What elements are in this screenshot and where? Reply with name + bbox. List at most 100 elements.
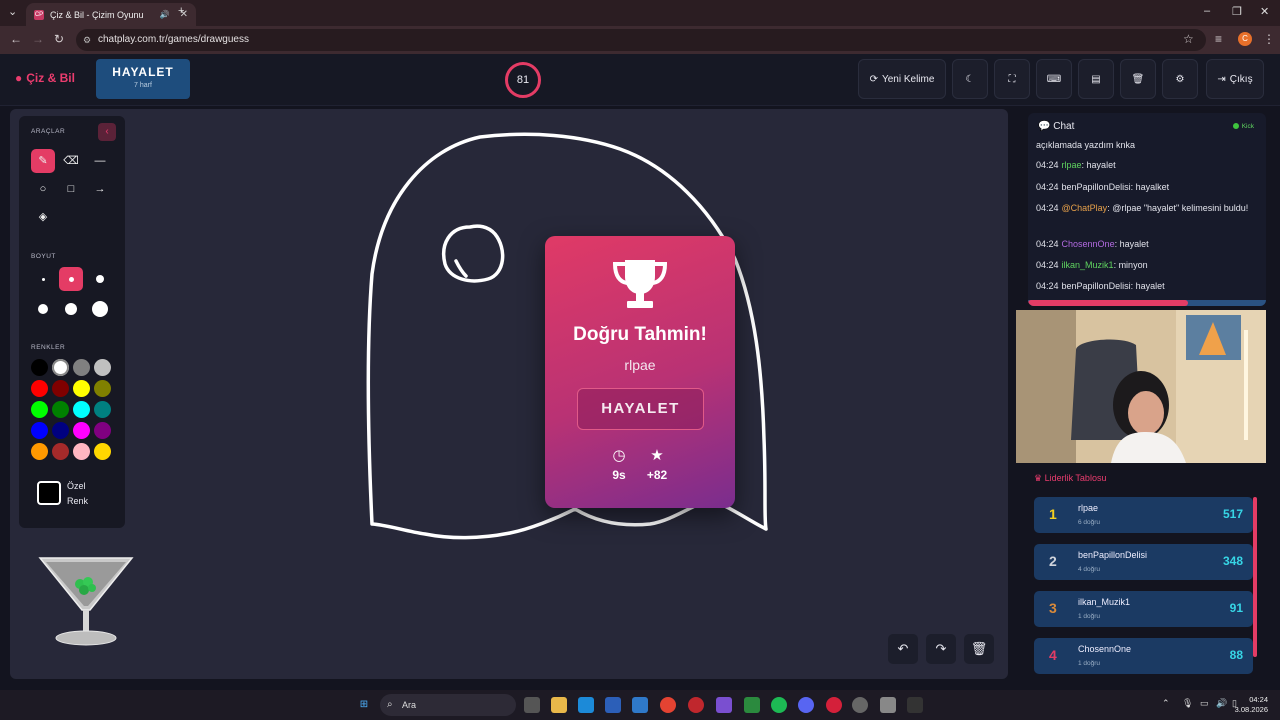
fill-tool[interactable]: ◈	[31, 205, 55, 229]
fullscreen-button[interactable]: ⛶	[994, 59, 1030, 99]
system-clock[interactable]: 04:24 3.08.2026	[1235, 695, 1268, 715]
color-swatch[interactable]	[52, 422, 69, 439]
app-icon[interactable]	[852, 697, 868, 713]
redo-button[interactable]: ↷	[926, 634, 956, 664]
keyboard-button[interactable]: ⌨	[1036, 59, 1072, 99]
task-view-icon[interactable]	[524, 697, 540, 713]
archive-button[interactable]: ▤	[1078, 59, 1114, 99]
store-icon[interactable]	[605, 697, 621, 713]
dark-mode-button[interactable]: ☾	[952, 59, 988, 99]
color-swatch[interactable]	[52, 443, 69, 460]
line-tool[interactable]: —	[88, 149, 112, 173]
color-swatch[interactable]	[31, 359, 48, 376]
color-swatch[interactable]	[73, 422, 90, 439]
new-word-button[interactable]: ⟳ Yeni Kelime	[858, 59, 946, 99]
color-swatch[interactable]	[73, 401, 90, 418]
url-field[interactable]: ⚙ chatplay.com.tr/games/drawguess	[76, 29, 1206, 51]
clear-canvas-button[interactable]: 🗑	[964, 634, 994, 664]
delete-button[interactable]: 🗑	[1120, 59, 1156, 99]
color-swatch[interactable]	[73, 380, 90, 397]
color-swatch[interactable]	[31, 422, 48, 439]
color-swatch[interactable]	[94, 380, 111, 397]
taskbar-search[interactable]: ⌕ Ara	[380, 694, 516, 716]
colors-section-label: RENKLER	[31, 344, 66, 351]
eraser-tool[interactable]: ⌫	[59, 149, 83, 173]
message-user[interactable]: ChosennOne	[1062, 239, 1115, 249]
circle-tool[interactable]: ○	[31, 177, 55, 201]
result-title: Doğru Tahmin!	[573, 324, 707, 345]
site-info-icon[interactable]: ⚙	[83, 29, 91, 51]
message-user[interactable]: rlpae	[1062, 160, 1082, 170]
pencil-tool[interactable]: ✎	[31, 149, 55, 173]
size-2-button[interactable]	[59, 267, 83, 291]
browser-menu-icon[interactable]: ⋮	[1263, 32, 1275, 46]
points-value: +82	[646, 468, 668, 482]
color-swatch[interactable]	[94, 401, 111, 418]
ghub-icon[interactable]	[907, 697, 923, 713]
tray-chevron-icon[interactable]: ⌃	[1162, 698, 1170, 709]
color-swatch[interactable]	[94, 443, 111, 460]
reload-icon[interactable]: ↻	[54, 32, 64, 46]
undo-button[interactable]: ↶	[888, 634, 918, 664]
settings-button[interactable]: ⚙	[1162, 59, 1198, 99]
size-5-button[interactable]	[59, 297, 83, 321]
media-player-icon[interactable]	[744, 697, 760, 713]
color-swatch[interactable]	[94, 422, 111, 439]
message-user[interactable]: benPapillonDelisi	[1062, 182, 1131, 192]
message-user[interactable]: @ChatPlay	[1062, 203, 1108, 213]
extensions-icon[interactable]: ≡	[1215, 32, 1222, 46]
discord-icon[interactable]	[798, 697, 814, 713]
close-window-icon[interactable]: ✕	[1260, 5, 1269, 18]
recorder-icon[interactable]	[688, 697, 704, 713]
speaker-icon[interactable]: 🔊	[160, 10, 170, 19]
file-explorer-icon[interactable]	[551, 697, 567, 713]
volume-icon[interactable]: 🔊	[1216, 698, 1227, 709]
network-icon[interactable]: ▭	[1200, 698, 1209, 709]
leaderboard-score: 348	[1222, 554, 1243, 568]
color-swatch[interactable]	[31, 443, 48, 460]
size-6-button[interactable]	[88, 297, 112, 321]
back-icon[interactable]: ←	[10, 32, 22, 46]
color-swatch[interactable]	[31, 380, 48, 397]
minimize-icon[interactable]: –	[1204, 5, 1210, 17]
browser-tab[interactable]: CP Çiz & Bil - Çizim Oyunu 🔊 ✕	[26, 3, 196, 26]
color-swatch[interactable]	[52, 401, 69, 418]
color-swatch[interactable]	[73, 443, 90, 460]
microphone-icon[interactable]: 🎙	[1182, 698, 1193, 709]
message-time: 04:24	[1036, 260, 1059, 270]
leaderboard-scrollbar[interactable]	[1253, 497, 1257, 657]
size-1-button[interactable]	[31, 267, 55, 291]
start-icon[interactable]: ⊞	[356, 697, 372, 713]
size-3-button[interactable]	[88, 267, 112, 291]
line-icon: —	[94, 155, 106, 167]
color-swatch[interactable]	[73, 359, 90, 376]
edge-icon[interactable]	[578, 697, 594, 713]
color-swatch[interactable]	[31, 401, 48, 418]
color-swatch[interactable]	[52, 359, 69, 376]
profile-avatar[interactable]: C	[1238, 32, 1252, 46]
exit-button[interactable]: ⇥ Çıkış	[1206, 59, 1264, 99]
spotify-icon[interactable]	[771, 697, 787, 713]
capture-icon[interactable]	[880, 697, 896, 713]
clapper-icon[interactable]	[716, 697, 732, 713]
collapse-panel-button[interactable]: ‹	[98, 123, 116, 141]
arrow-tool[interactable]: →	[88, 177, 112, 201]
outlook-icon[interactable]	[632, 697, 648, 713]
color-swatch[interactable]	[52, 380, 69, 397]
app-logo[interactable]: ● Çiz & Bil	[15, 71, 75, 85]
restore-icon[interactable]: ❐	[1232, 5, 1242, 18]
tab-list-icon[interactable]: ⌄	[8, 5, 17, 18]
new-tab-icon[interactable]: +	[178, 5, 184, 17]
forward-icon[interactable]: →	[32, 32, 44, 46]
message-text: : hayalet	[1081, 160, 1116, 170]
rectangle-tool[interactable]: □	[59, 177, 83, 201]
chrome-icon[interactable]	[660, 697, 676, 713]
message-user[interactable]: ilkan_Muzik1	[1062, 260, 1114, 270]
size-4-button[interactable]	[31, 297, 55, 321]
opera-icon[interactable]	[826, 697, 842, 713]
bookmark-star-icon[interactable]: ☆	[1183, 32, 1194, 46]
color-swatch[interactable]	[94, 359, 111, 376]
custom-color-button[interactable]	[37, 481, 61, 505]
size-section-label: BOYUT	[31, 253, 56, 260]
message-user[interactable]: benPapillonDelisi	[1062, 281, 1131, 291]
